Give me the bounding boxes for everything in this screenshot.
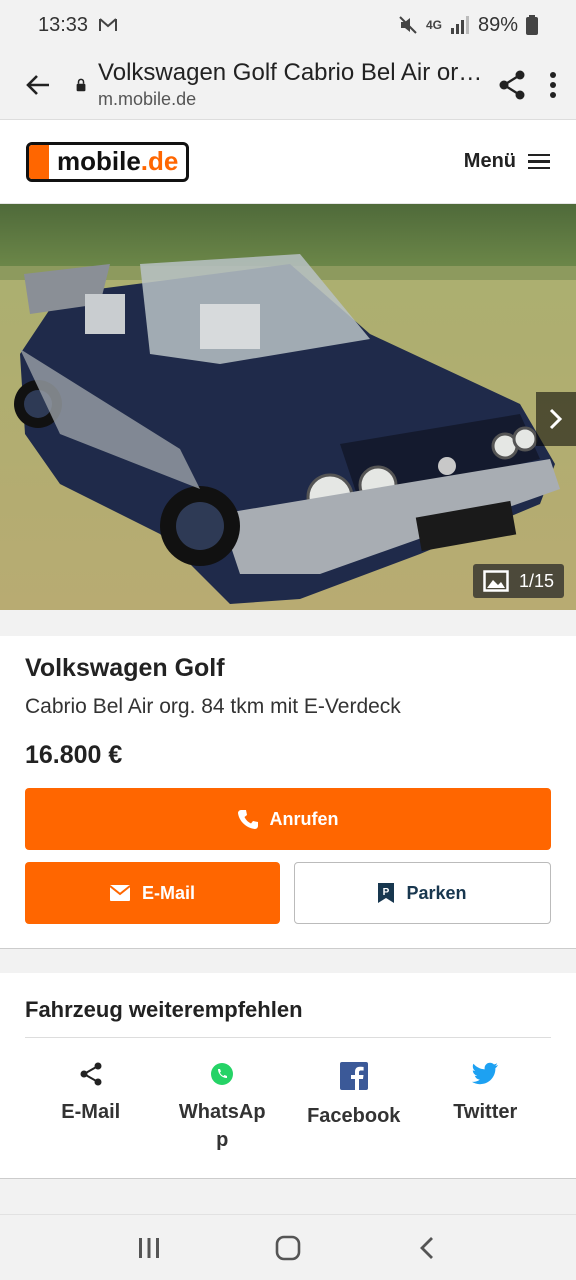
mobile-de-logo[interactable]: mobile .de — [26, 141, 190, 182]
car-price: 16.800 € — [25, 741, 123, 769]
menu-label: Menü — [463, 150, 516, 172]
whatsapp-icon — [211, 1063, 234, 1085]
phone-icon — [237, 810, 258, 829]
arrow-left-icon — [26, 74, 49, 95]
menu-button[interactable]: Menü — [464, 150, 550, 173]
battery-icon — [526, 15, 538, 35]
site-header: mobile .de Menü — [0, 120, 576, 204]
hamburger-icon — [528, 153, 550, 170]
status-bar: 13:33 4G 89% — [0, 0, 576, 50]
back-button[interactable] — [18, 65, 58, 105]
battery-percent: 89% — [477, 13, 518, 36]
home-icon — [275, 1235, 301, 1260]
share-heading: Fahrzeug weiterempfehlen — [25, 997, 551, 1038]
park-button[interactable]: P Parken — [294, 862, 551, 924]
recent-apps-icon — [139, 1237, 160, 1258]
page-url: m.mobile.de — [98, 89, 197, 109]
more-vert-icon[interactable] — [548, 71, 558, 99]
share-whatsapp-button[interactable]: WhatsApp — [157, 1062, 289, 1154]
chevron-left-icon — [419, 1236, 433, 1259]
lock-icon — [76, 78, 86, 91]
address-bar[interactable]: Volkswagen Golf Cabrio Bel Air org. 84 t… — [76, 59, 484, 110]
mute-icon — [399, 16, 417, 34]
svg-text:P: P — [383, 887, 390, 898]
system-nav-bar — [0, 1214, 576, 1280]
share-twitter-button[interactable]: Twitter — [420, 1062, 552, 1154]
image-gallery[interactable]: 1/15 — [0, 204, 576, 610]
twitter-icon — [472, 1062, 499, 1085]
share-email-button[interactable]: E-Mail — [25, 1062, 157, 1154]
recent-apps-button[interactable] — [119, 1223, 179, 1273]
chevron-right-icon — [549, 408, 563, 430]
listing-card: Volkswagen Golf Cabrio Bel Air org. 84 t… — [0, 636, 576, 949]
page-title: Volkswagen Golf Cabrio Bel Air org. 84 t… — [98, 59, 484, 86]
car-photo — [0, 204, 576, 610]
share-card: Fahrzeug weiterempfehlen E-Mail WhatsApp… — [0, 973, 576, 1179]
email-button[interactable]: E-Mail — [25, 862, 280, 924]
car-title: Volkswagen Golf — [25, 654, 225, 682]
home-button[interactable] — [258, 1223, 318, 1273]
gmail-icon — [99, 18, 118, 31]
status-time: 13:33 — [38, 13, 89, 36]
share-facebook-button[interactable]: Facebook — [288, 1062, 420, 1154]
call-button[interactable]: Anrufen — [25, 788, 551, 850]
back-nav-button[interactable] — [397, 1223, 457, 1273]
browser-toolbar: Volkswagen Golf Cabrio Bel Air org. 84 t… — [0, 50, 576, 120]
facebook-icon — [339, 1062, 368, 1090]
network-4g-icon: 4G — [425, 18, 442, 32]
signal-icon — [450, 16, 469, 34]
mail-icon — [109, 885, 130, 901]
share-icon — [80, 1062, 102, 1086]
car-subtitle: Cabrio Bel Air org. 84 tkm mit E-Verdeck — [25, 695, 401, 718]
parking-icon: P — [378, 883, 395, 903]
gallery-counter[interactable]: 1/15 — [472, 564, 564, 598]
image-icon — [483, 570, 509, 592]
share-icon[interactable] — [498, 70, 526, 100]
gallery-next-button[interactable] — [536, 392, 576, 446]
